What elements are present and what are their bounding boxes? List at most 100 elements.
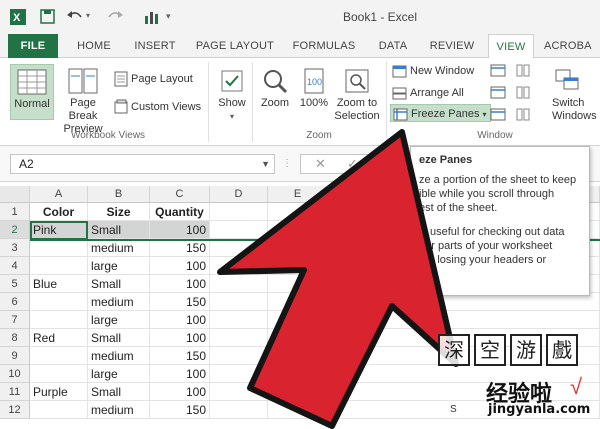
table-cell[interactable] — [210, 239, 268, 257]
table-cell[interactable] — [210, 293, 268, 311]
arrange-all-button[interactable]: Arrange All — [392, 84, 464, 102]
custom-views-button[interactable]: Custom Views — [114, 98, 201, 116]
table-cell[interactable]: Small — [88, 221, 150, 239]
table-cell[interactable]: medium — [88, 401, 150, 419]
row-header[interactable]: 12 — [0, 401, 30, 419]
column-header[interactable]: C — [150, 186, 210, 203]
table-cell[interactable] — [210, 383, 268, 401]
show-button[interactable]: Show ▾ — [214, 64, 250, 126]
table-cell[interactable] — [210, 329, 268, 347]
tab-home[interactable]: HOME — [70, 34, 118, 58]
table-cell[interactable]: large — [88, 257, 150, 275]
header-cell[interactable]: Size — [88, 203, 150, 221]
switch-windows-button[interactable]: Switch Windows — [552, 64, 600, 126]
table-cell[interactable] — [268, 401, 328, 419]
table-cell[interactable] — [268, 329, 328, 347]
table-cell[interactable]: medium — [88, 293, 150, 311]
table-cell[interactable] — [268, 257, 328, 275]
row-header[interactable]: 3 — [0, 239, 30, 257]
table-cell[interactable]: Red — [30, 329, 88, 347]
select-all-corner[interactable] — [0, 186, 30, 203]
cancel-icon[interactable]: ✕ — [315, 156, 326, 172]
table-cell[interactable] — [268, 347, 328, 365]
column-header[interactable]: E — [268, 186, 328, 203]
table-cell[interactable]: Purple — [30, 383, 88, 401]
table-cell[interactable]: 100 — [150, 365, 210, 383]
new-window-button[interactable]: New Window — [392, 62, 474, 80]
freeze-panes-button[interactable]: Freeze Panes ▾ — [390, 104, 491, 122]
table-cell[interactable] — [268, 293, 328, 311]
row-header[interactable]: 4 — [0, 257, 30, 275]
table-cell[interactable]: Small — [88, 329, 150, 347]
row-header[interactable]: 8 — [0, 329, 30, 347]
table-cell[interactable] — [210, 401, 268, 419]
tab-review[interactable]: REVIEW — [424, 34, 480, 58]
tab-insert[interactable]: INSERT — [128, 34, 182, 58]
table-cell[interactable] — [210, 203, 268, 221]
table-cell[interactable] — [210, 221, 268, 239]
zoom-button[interactable]: Zoom — [256, 64, 294, 126]
page-break-preview-button[interactable]: Page Break Preview — [56, 64, 110, 135]
name-box[interactable]: A2 ▼ — [10, 154, 275, 174]
tab-formulas[interactable]: FORMULAS — [288, 34, 360, 58]
enter-icon[interactable]: ✓ — [347, 156, 358, 172]
table-cell[interactable] — [30, 311, 88, 329]
table-cell[interactable]: medium — [88, 239, 150, 257]
column-header[interactable]: A — [30, 186, 88, 203]
unhide-icon[interactable] — [490, 108, 506, 124]
table-cell[interactable] — [30, 347, 88, 365]
split-icon[interactable] — [490, 64, 506, 80]
header-cell[interactable]: Quantity — [150, 203, 210, 221]
table-cell[interactable]: 100 — [150, 221, 210, 239]
tab-acrobat[interactable]: ACROBA — [544, 34, 600, 58]
page-layout-button[interactable]: Page Layout — [114, 70, 193, 88]
table-cell[interactable]: Small — [88, 383, 150, 401]
row-header[interactable]: 9 — [0, 347, 30, 365]
table-cell[interactable] — [268, 311, 328, 329]
table-cell[interactable] — [268, 275, 328, 293]
table-cell[interactable] — [210, 257, 268, 275]
normal-view-button[interactable]: Normal — [10, 64, 54, 120]
row-header[interactable]: 6 — [0, 293, 30, 311]
zoom-to-selection-button[interactable]: Zoom to Selection — [332, 64, 382, 126]
table-cell[interactable] — [268, 203, 328, 221]
table-cell[interactable]: 100 — [150, 329, 210, 347]
table-cell[interactable] — [30, 293, 88, 311]
column-header[interactable]: B — [88, 186, 150, 203]
table-cell[interactable]: 150 — [150, 347, 210, 365]
tab-page-layout[interactable]: PAGE LAYOUT — [192, 34, 278, 58]
column-header[interactable]: D — [210, 186, 268, 203]
table-cell[interactable]: 150 — [150, 401, 210, 419]
table-cell[interactable]: 150 — [150, 293, 210, 311]
table-cell[interactable] — [268, 365, 328, 383]
hide-icon[interactable] — [490, 86, 506, 102]
table-cell[interactable] — [210, 365, 268, 383]
table-cell[interactable]: 150 — [150, 239, 210, 257]
table-cell[interactable]: large — [88, 365, 150, 383]
reset-window-position-icon[interactable] — [516, 108, 530, 124]
table-cell[interactable]: 100 — [150, 311, 210, 329]
name-box-dropdown-icon[interactable]: ▼ — [261, 155, 270, 173]
table-cell[interactable]: 100 — [150, 383, 210, 401]
table-cell[interactable]: 100 — [150, 257, 210, 275]
synchronous-scrolling-icon[interactable] — [516, 86, 530, 102]
table-cell[interactable] — [30, 257, 88, 275]
table-cell[interactable] — [210, 275, 268, 293]
row-header[interactable]: 7 — [0, 311, 30, 329]
header-cell[interactable]: Color — [30, 203, 88, 221]
zoom-100-button[interactable]: 100 100% — [296, 64, 332, 126]
table-cell[interactable] — [268, 239, 328, 257]
table-cell[interactable] — [30, 401, 88, 419]
table-cell[interactable] — [328, 311, 600, 329]
tab-view[interactable]: VIEW — [488, 34, 534, 59]
row-header[interactable]: 11 — [0, 383, 30, 401]
row-header[interactable]: 5 — [0, 275, 30, 293]
row-header[interactable]: 10 — [0, 365, 30, 383]
row-header[interactable]: 2 — [0, 221, 30, 239]
table-cell[interactable]: Small — [88, 275, 150, 293]
table-cell[interactable] — [30, 365, 88, 383]
row-header[interactable]: 1 — [0, 203, 30, 221]
table-cell[interactable] — [268, 221, 328, 239]
table-cell[interactable]: Blue — [30, 275, 88, 293]
table-cell[interactable] — [30, 239, 88, 257]
